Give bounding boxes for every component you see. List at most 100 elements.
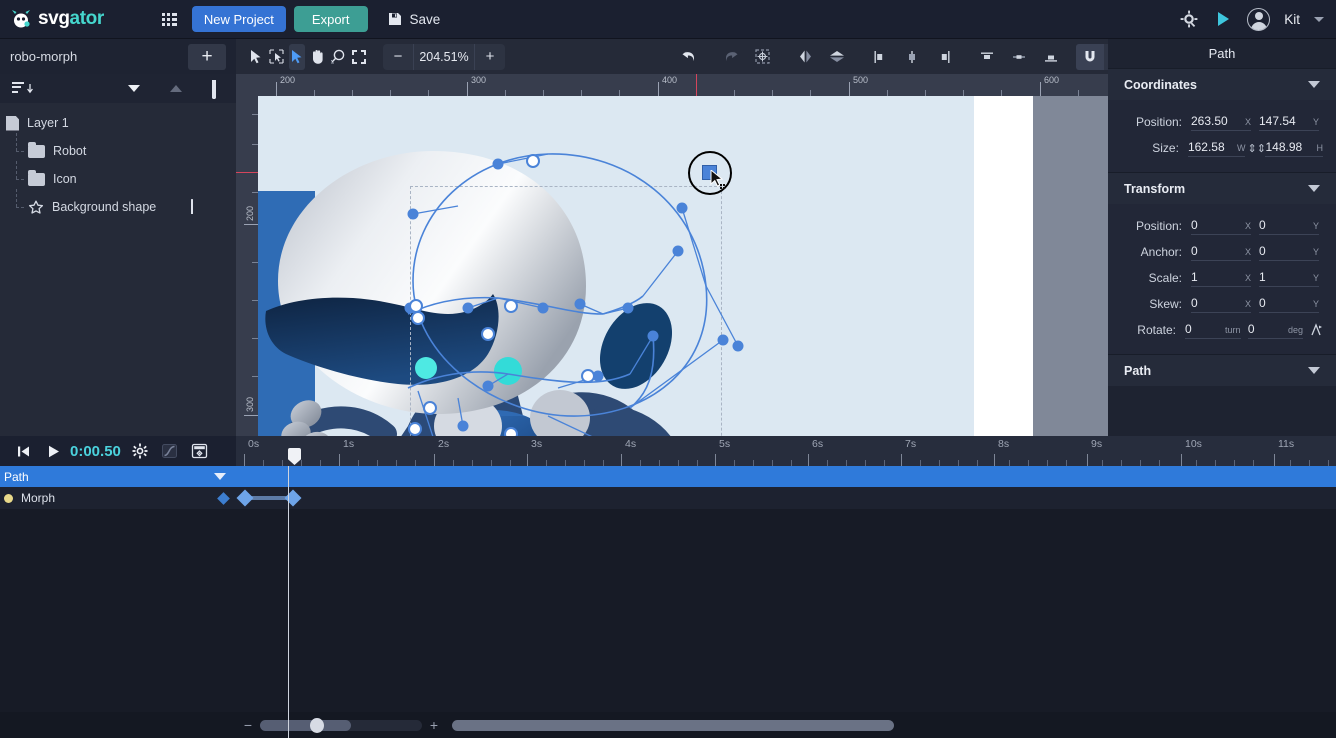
- align-left-icon[interactable]: [867, 44, 893, 70]
- play-icon[interactable]: [38, 437, 68, 465]
- timeline-property-label-cell[interactable]: Path: [0, 466, 236, 487]
- skew-x-field[interactable]: X: [1191, 295, 1251, 313]
- anchor-y-field[interactable]: Y: [1259, 243, 1319, 261]
- size-h-input[interactable]: [1265, 139, 1306, 154]
- transform-position-y-field[interactable]: Y: [1259, 217, 1319, 235]
- select-tool[interactable]: [248, 44, 264, 70]
- layer-item-layer-1[interactable]: Layer 1: [0, 109, 236, 137]
- export-button[interactable]: Export: [293, 6, 368, 32]
- zoom-level-value[interactable]: 204.51%: [413, 43, 475, 70]
- transform-position-x-input[interactable]: [1191, 217, 1231, 232]
- position-y-field[interactable]: Y: [1259, 113, 1319, 131]
- playhead-handle[interactable]: [288, 448, 301, 465]
- timeline-zoom-in-button[interactable]: +: [422, 717, 446, 733]
- position-y-input[interactable]: [1259, 113, 1299, 128]
- magnet-snap-icon[interactable]: [1076, 43, 1104, 70]
- add-layer-button[interactable]: +: [188, 43, 226, 70]
- rotate-deg-input[interactable]: [1247, 321, 1288, 336]
- zoom-out-button[interactable]: −: [383, 44, 413, 70]
- layer-item-robot[interactable]: Robot: [0, 133, 236, 165]
- svgator-logo[interactable]: svgator: [10, 8, 104, 30]
- timeline-property-track[interactable]: [236, 466, 1336, 487]
- skew-y-field[interactable]: Y: [1259, 295, 1319, 313]
- flip-horizontal-icon[interactable]: [792, 44, 818, 70]
- anchor-x-input[interactable]: [1191, 243, 1231, 258]
- skip-to-start-icon[interactable]: [8, 437, 38, 465]
- skew-x-input[interactable]: [1191, 295, 1231, 310]
- apps-grid-icon[interactable]: [161, 12, 177, 26]
- anchor-center-icon[interactable]: [749, 44, 775, 70]
- timeline-zoom-slider[interactable]: [260, 717, 422, 733]
- fit-screen-tool[interactable]: [351, 44, 367, 70]
- anchor-y-input[interactable]: [1259, 243, 1299, 258]
- collapse-all-chevron-down-icon[interactable]: [128, 85, 140, 92]
- add-keyframe-diamond-icon[interactable]: [217, 491, 230, 505]
- expand-all-chevron-up-icon[interactable]: [170, 85, 182, 92]
- align-bottom-icon[interactable]: [1038, 44, 1064, 70]
- rotate-anchor-icon[interactable]: [1309, 323, 1323, 337]
- timeline-zoom-out-button[interactable]: −: [236, 717, 260, 733]
- rotate-turn-input[interactable]: [1185, 321, 1225, 336]
- align-center-horizontal-icon[interactable]: [899, 44, 925, 70]
- gear-icon[interactable]: [125, 437, 155, 465]
- position-x-field[interactable]: X: [1191, 113, 1251, 131]
- transform-tool[interactable]: [268, 44, 285, 70]
- timeline-property-chevron-down-icon[interactable]: [214, 473, 226, 480]
- size-w-field[interactable]: W: [1187, 139, 1246, 157]
- timeline-animator-track[interactable]: [236, 487, 1336, 509]
- transform-position-y-input[interactable]: [1259, 217, 1299, 232]
- align-right-icon[interactable]: [931, 44, 957, 70]
- play-preview-icon[interactable]: [1213, 9, 1233, 29]
- scale-y-field[interactable]: Y: [1259, 269, 1319, 287]
- save-button[interactable]: Save: [388, 12, 440, 27]
- zoom-in-button[interactable]: +: [475, 44, 505, 70]
- keyframe-marker[interactable]: [284, 489, 302, 507]
- section-header-coordinates[interactable]: Coordinates: [1108, 68, 1336, 100]
- keyframe-marker[interactable]: [236, 489, 254, 507]
- undo-icon[interactable]: [675, 44, 701, 70]
- section-chevron-down-icon[interactable]: [1308, 81, 1320, 88]
- current-time-label[interactable]: 0:00.50: [70, 443, 121, 460]
- scale-y-input[interactable]: [1259, 269, 1299, 284]
- timeline-horizontal-scrollbar[interactable]: [452, 719, 894, 731]
- rotate-turn-field[interactable]: turn: [1185, 321, 1241, 339]
- skew-y-input[interactable]: [1259, 295, 1299, 310]
- trash-icon[interactable]: [212, 79, 224, 99]
- timeline-ruler[interactable]: 0s 1s 2s 3s 4s 5s 6s 7s 8s 9s 10s 11s: [236, 436, 1336, 466]
- transform-position-x-field[interactable]: X: [1191, 217, 1251, 235]
- scale-x-field[interactable]: X: [1191, 269, 1251, 287]
- timeline-animator-row[interactable]: Morph: [0, 487, 1336, 509]
- new-project-button[interactable]: New Project: [191, 6, 286, 32]
- sort-layers-icon[interactable]: [12, 81, 33, 96]
- redo-icon[interactable]: [719, 44, 745, 70]
- size-h-field[interactable]: H: [1265, 139, 1324, 157]
- artboard[interactable]: [258, 96, 1108, 436]
- canvas-viewport[interactable]: 200 300 400 500 600 200 300: [236, 74, 1108, 436]
- section-header-path[interactable]: Path: [1108, 354, 1336, 386]
- align-middle-vertical-icon[interactable]: [1006, 44, 1032, 70]
- align-top-icon[interactable]: [974, 44, 1000, 70]
- node-edit-tool[interactable]: [289, 43, 305, 70]
- timeline-zoom-knob[interactable]: [310, 717, 324, 733]
- settings-gear-icon[interactable]: [1179, 9, 1199, 29]
- timeline-property-row[interactable]: Path: [0, 466, 1336, 487]
- position-x-input[interactable]: [1191, 113, 1231, 128]
- keyframe-options-icon[interactable]: [185, 437, 215, 465]
- user-menu-chevron-down-icon[interactable]: [1314, 16, 1324, 22]
- layer-item-icon[interactable]: Icon: [0, 161, 236, 193]
- layer-item-background-shape[interactable]: Background shape: [0, 189, 236, 221]
- timeline-animator-label-cell[interactable]: Morph: [0, 487, 236, 509]
- hand-pan-tool[interactable]: [309, 44, 326, 70]
- anchor-x-field[interactable]: X: [1191, 243, 1251, 261]
- easing-curve-icon[interactable]: [155, 437, 185, 465]
- user-avatar[interactable]: [1247, 7, 1271, 31]
- flip-vertical-icon[interactable]: [824, 44, 850, 70]
- section-chevron-down-icon[interactable]: [1308, 185, 1320, 192]
- zoom-tool[interactable]: [330, 44, 347, 70]
- section-chevron-down-icon[interactable]: [1308, 367, 1320, 374]
- rotate-deg-field[interactable]: deg: [1247, 321, 1303, 339]
- scale-x-input[interactable]: [1191, 269, 1231, 284]
- section-header-transform[interactable]: Transform: [1108, 172, 1336, 204]
- size-w-input[interactable]: [1187, 139, 1228, 154]
- lock-icon[interactable]: [191, 199, 202, 214]
